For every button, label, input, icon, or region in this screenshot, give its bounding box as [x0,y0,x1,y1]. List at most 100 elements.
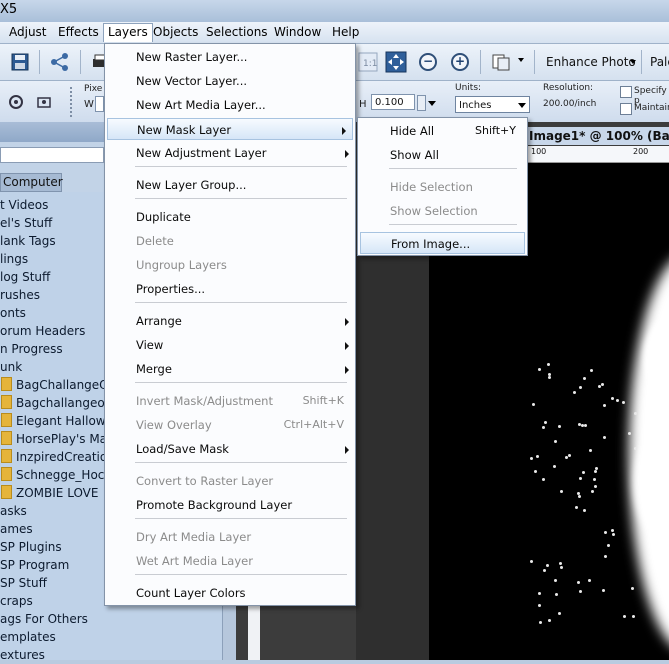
submenu-item-from-image[interactable]: From Image... [360,232,525,254]
sparkle [632,615,636,619]
tree-item[interactable]: Elegant Hallowee [1,412,120,430]
tree-item-label: ZOMBIE LOVE [16,486,99,500]
menu-item-convert-to-raster-layer[interactable]: Convert to Raster Layer [105,470,355,492]
zoom-in-icon[interactable]: + [448,50,472,74]
tree-item[interactable]: n Progress [0,340,63,358]
menu-item-count-layer-colors[interactable]: Count Layer Colors [105,582,355,604]
menu-item-view[interactable]: View [105,334,355,356]
menu-objects[interactable]: Objects [153,25,198,39]
preset-icon[interactable] [4,90,28,114]
maintain-checkbox[interactable] [620,103,632,115]
tree-item[interactable]: HorsePlay's Mask [1,430,120,448]
tree-item[interactable]: t Videos [0,196,48,214]
menu-item-invert-mask-adjustment[interactable]: Invert Mask/Adjustment Shift+K [105,390,355,412]
submenu-item-hide-all[interactable]: Hide All Shift+Y [358,120,527,142]
tree-item[interactable]: rushes [0,286,40,304]
document-title[interactable]: Image1* @ 100% (Backgrou [527,127,669,145]
tree-item[interactable]: asks [0,502,27,520]
menu-item-load-save-mask[interactable]: Load/Save Mask [105,438,355,460]
tree-item[interactable]: orum Headers [0,322,85,340]
sparkle [580,424,584,428]
tree-item[interactable]: emplates [0,628,56,646]
menu-item-new-adjustment-layer[interactable]: New Adjustment Layer [105,142,355,164]
height-dropdown-icon[interactable] [428,101,436,106]
reset-icon[interactable] [32,90,56,114]
sparkle [630,586,634,590]
menu-layers[interactable]: Layers [103,23,153,42]
save-icon[interactable] [8,50,32,74]
layout-icon[interactable] [489,50,513,74]
height-spinner-icon[interactable] [417,95,426,111]
menu-item-delete[interactable]: Delete [105,230,355,252]
sparkle [558,611,562,615]
share-icon[interactable] [48,50,72,74]
maintain-label: Maintain [634,103,669,113]
layout-dropdown-icon[interactable] [518,58,524,62]
tree-item[interactable]: SP Plugins [0,538,62,556]
menu-effects[interactable]: Effects [58,25,99,39]
ruler-tick-label: 200 [633,147,649,156]
path-input[interactable] [0,147,104,163]
sparkle [578,477,582,481]
tree-item[interactable]: log Stuff [0,268,50,286]
enhance-photo-button[interactable]: Enhance Photo [546,55,636,69]
submenu-item-show-all[interactable]: Show All [358,144,527,166]
fit-window-icon[interactable] [384,50,408,74]
menu-adjust[interactable]: Adjust [9,25,47,39]
specify-checkbox[interactable] [620,86,632,98]
sparkle [581,470,585,474]
menu-item-new-vector-layer[interactable]: New Vector Layer... [105,70,355,92]
menu-separator [135,462,347,463]
menu-item-merge[interactable]: Merge [105,358,355,380]
menu-item-label: Convert to Raster Layer [136,474,274,488]
sparkle [545,563,549,567]
tree-item[interactable]: ames [0,520,33,538]
menu-selections[interactable]: Selections [206,25,268,39]
tree-item[interactable]: BagChallangeOct [1,376,120,394]
menu-item-arrange[interactable]: Arrange [105,310,355,332]
menu-item-promote-background-layer[interactable]: Promote Background Layer [105,494,355,516]
menu-item-new-layer-group[interactable]: New Layer Group... [105,174,355,196]
tree-item[interactable]: Bagchallangeoct! [1,394,121,412]
height-input[interactable]: 0.100 [371,94,415,110]
tree-item[interactable]: Schnegge_Hocu [1,466,112,484]
tree-item[interactable]: extures [0,646,45,664]
menu-item-new-raster-layer[interactable]: New Raster Layer... [105,46,355,68]
actual-size-icon[interactable]: 1:1 [356,50,380,74]
tab-computer[interactable]: Computer [0,173,63,192]
chevron-down-icon[interactable] [630,60,636,64]
submenu-item-show-selection[interactable]: Show Selection [358,200,527,222]
zoom-out-icon[interactable]: − [416,50,440,74]
menu-item-properties[interactable]: Properties... [105,278,355,300]
menu-help[interactable]: Help [332,25,359,39]
window-title: X5 [0,2,18,17]
palettes-button[interactable]: Pale [650,55,669,69]
tree-item[interactable]: unk [0,358,22,376]
units-select[interactable]: Inches [455,96,530,113]
sparkle [577,494,581,498]
sparkle [537,603,541,607]
tree-item[interactable]: lings [0,250,28,268]
width-input[interactable] [95,96,104,112]
tree-item[interactable]: lank Tags [0,232,56,250]
tree-item[interactable]: craps [0,592,33,610]
menu-window[interactable]: Window [274,25,321,39]
tree-item[interactable]: ZOMBIE LOVE [1,484,98,502]
tree-item[interactable]: SP Program [0,556,69,574]
menu-item-ungroup-layers[interactable]: Ungroup Layers [105,254,355,276]
folder-icon [1,395,12,409]
menu-item-new-mask-layer[interactable]: New Mask Layer [107,118,353,140]
menu-separator [135,166,347,167]
menu-item-view-overlay[interactable]: View Overlay Ctrl+Alt+V [105,414,355,436]
tree-item[interactable]: onts [0,304,26,322]
tree-item[interactable]: SP Stuff [0,574,47,592]
chevron-down-icon [518,103,526,108]
menu-item-wet-art-media-layer[interactable]: Wet Art Media Layer [105,550,355,572]
tree-item[interactable]: el's Stuff [0,214,52,232]
menu-item-new-art-media-layer[interactable]: New Art Media Layer... [105,94,355,116]
tree-item[interactable]: ags For Others [0,610,88,628]
menu-item-duplicate[interactable]: Duplicate [105,206,355,228]
menu-item-dry-art-media-layer[interactable]: Dry Art Media Layer [105,526,355,548]
sparkle [593,469,597,473]
submenu-item-hide-selection[interactable]: Hide Selection [358,176,527,198]
